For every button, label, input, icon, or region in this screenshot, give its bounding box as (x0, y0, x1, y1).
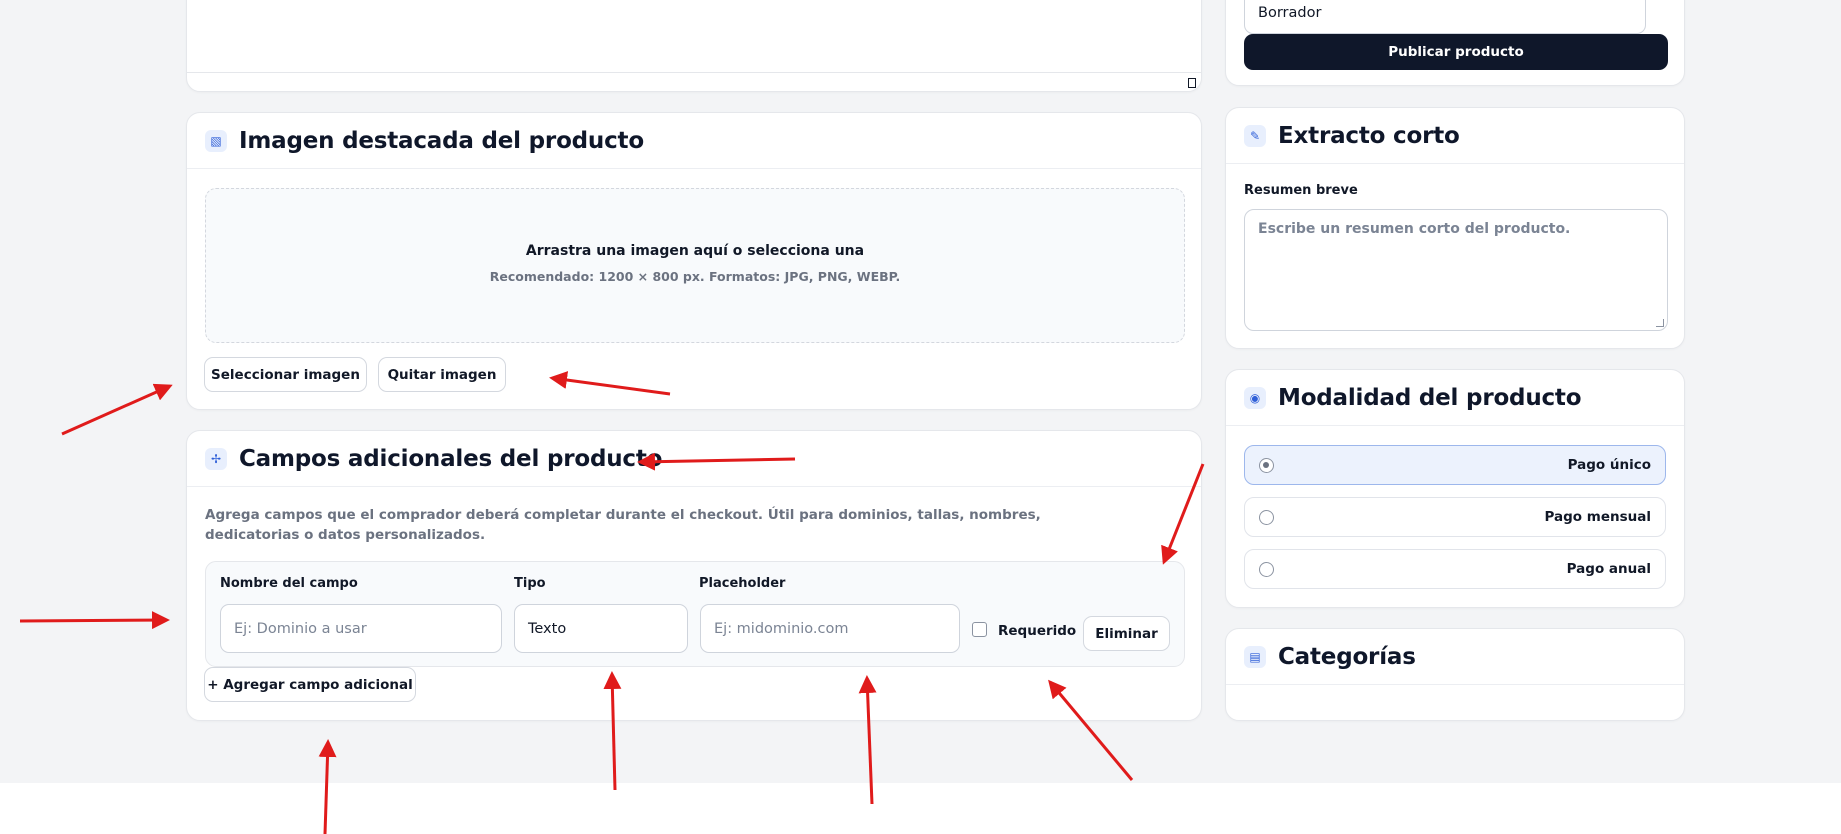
arrow-to-field-card-corner (1161, 463, 1205, 565)
arrow-to-placeholder (858, 675, 877, 805)
arrow-to-custom-fields-title (637, 452, 796, 471)
annotation-arrows (19, 371, 1205, 834)
arrow-to-remove-image (549, 371, 671, 396)
arrow-to-select-image (61, 383, 173, 436)
arrow-to-add-field (318, 739, 337, 834)
arrow-to-delete (1048, 679, 1134, 781)
arrow-to-type-select (603, 671, 622, 791)
arrow-to-field-row (19, 611, 170, 630)
